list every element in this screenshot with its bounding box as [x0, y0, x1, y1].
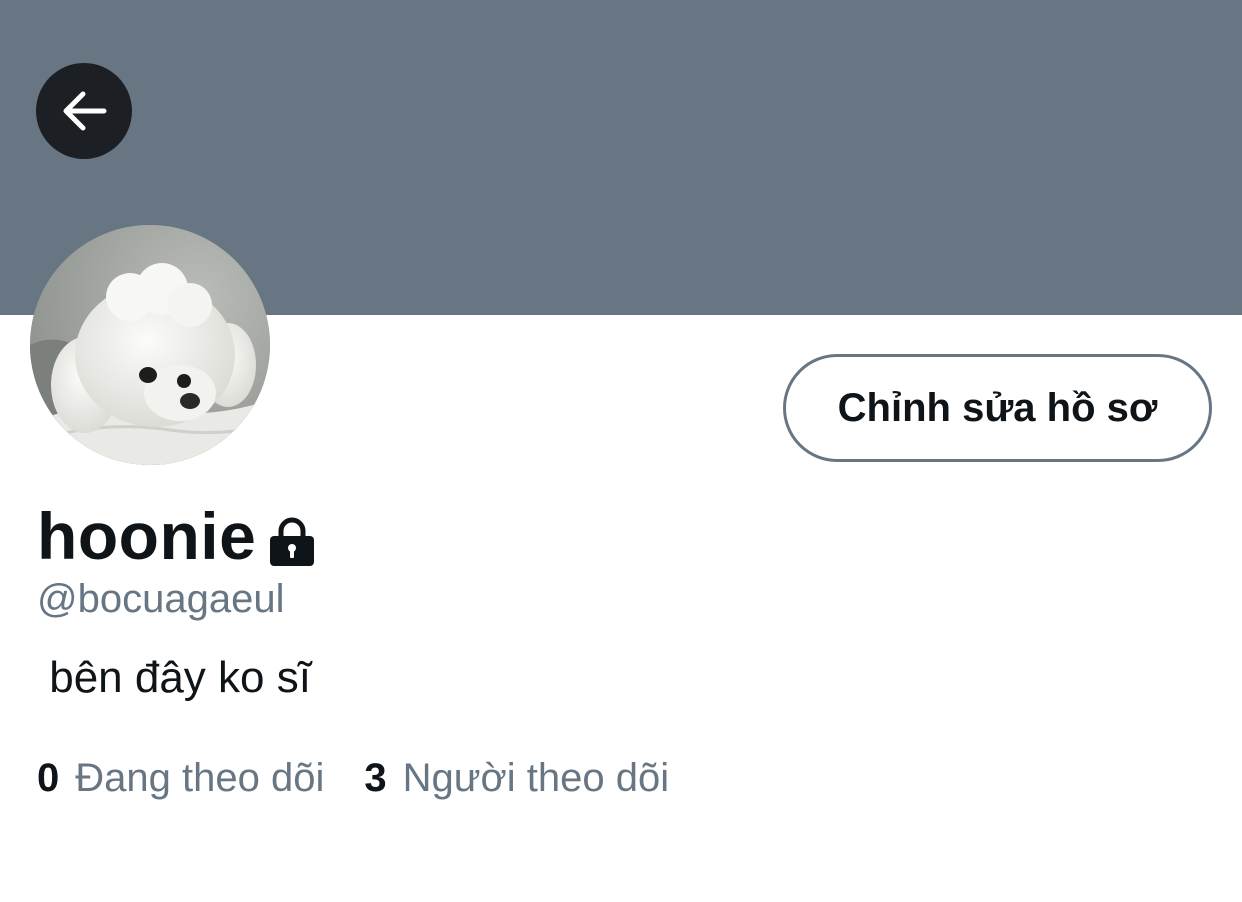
user-handle: @bocuagaeul	[37, 577, 285, 621]
avatar[interactable]	[30, 225, 270, 465]
following-label: Đang theo dõi	[75, 755, 325, 800]
following-stat[interactable]: 0 Đang theo dõi	[37, 756, 324, 801]
followers-count: 3	[364, 755, 387, 800]
edit-profile-button[interactable]: Chỉnh sửa hồ sơ	[783, 354, 1212, 462]
display-name-row: hoonie	[37, 496, 316, 576]
poodle-avatar-image	[30, 225, 270, 465]
lock-icon	[270, 517, 315, 566]
followers-stat[interactable]: 3 Người theo dõi	[364, 756, 669, 801]
profile-bio: bên đây ko sĩ	[37, 653, 311, 702]
followers-label: Người theo dõi	[402, 755, 670, 800]
arrow-left-icon	[63, 91, 107, 131]
profile-page: Chỉnh sửa hồ sơ hoonie @bocuagaeul bên đ…	[0, 0, 1242, 902]
following-count: 0	[37, 755, 60, 800]
display-name: hoonie	[37, 499, 257, 573]
back-button[interactable]	[36, 63, 132, 159]
follow-stats: 0 Đang theo dõi 3 Người theo dõi	[37, 752, 669, 804]
